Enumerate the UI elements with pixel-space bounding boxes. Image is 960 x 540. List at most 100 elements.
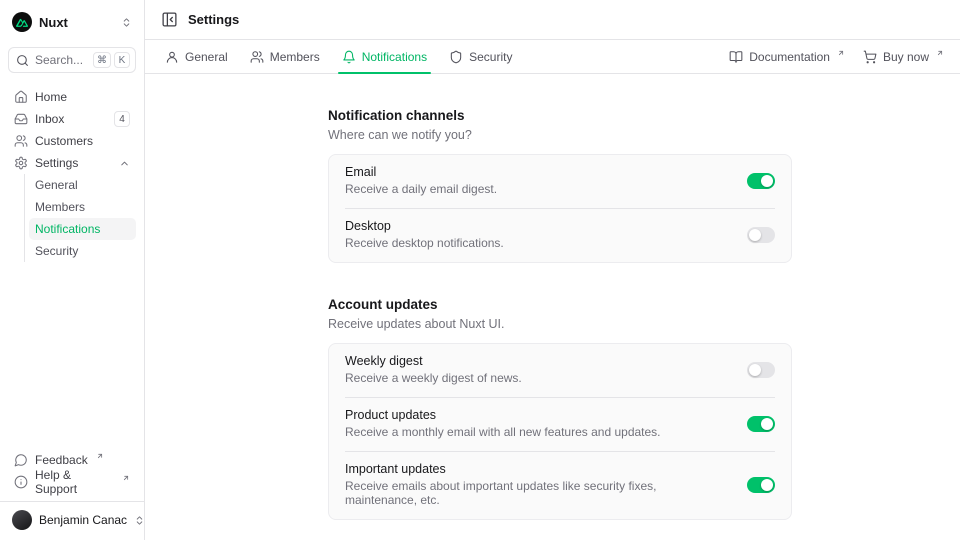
user-name: Benjamin Canac [39, 513, 127, 527]
gear-icon [14, 156, 28, 170]
help-support-link[interactable]: Help & Support [8, 471, 136, 493]
external-link-icon [837, 49, 845, 57]
search-icon [16, 54, 29, 67]
setting-description: Receive a weekly digest of news. [345, 371, 522, 385]
chevron-up-down-icon [121, 17, 132, 28]
documentation-link[interactable]: Documentation [729, 50, 845, 64]
account-updates-section: Account updates Receive updates about Nu… [328, 297, 792, 520]
workspace-name: Nuxt [39, 15, 68, 30]
section-title: Account updates [328, 297, 792, 312]
action-label: Buy now [883, 50, 929, 64]
sidebar-nav: Home Inbox 4 Customers Settings [8, 86, 136, 262]
nuxt-logo-icon [12, 12, 32, 32]
setting-row-weekly-digest: Weekly digest Receive a weekly digest of… [345, 344, 775, 397]
tab-label: Notifications [362, 50, 427, 64]
tabbar-actions: Documentation Buy now [729, 40, 944, 73]
toggle-knob [761, 175, 773, 187]
sidebar-item-customers[interactable]: Customers [8, 130, 136, 152]
inbox-count-badge: 4 [114, 111, 130, 127]
footer-item-label: Help & Support [35, 468, 114, 496]
search-input[interactable]: Search... ⌘ K [8, 47, 136, 73]
email-toggle[interactable] [747, 173, 775, 189]
message-circle-icon [14, 453, 28, 467]
setting-row-important-updates: Important updates Receive emails about i… [345, 451, 775, 519]
settings-subnav: General Members Notifications Security [24, 174, 136, 262]
sidebar-item-inbox[interactable]: Inbox 4 [8, 108, 136, 130]
chevron-up-down-icon [134, 515, 145, 526]
tab-label: General [185, 50, 228, 64]
search-shortcut: ⌘ K [93, 52, 130, 68]
sidebar-item-notifications[interactable]: Notifications [29, 218, 136, 240]
setting-row-desktop: Desktop Receive desktop notifications. [345, 208, 775, 262]
main-panel: Settings General Members Notifications [145, 0, 960, 540]
sidebar-item-label: Customers [35, 134, 93, 148]
setting-title: Weekly digest [345, 354, 522, 368]
weekly-digest-toggle[interactable] [747, 362, 775, 378]
tab-notifications[interactable]: Notifications [338, 40, 431, 73]
search-placeholder: Search... [35, 53, 83, 67]
settings-card: Email Receive a daily email digest. Desk… [328, 154, 792, 263]
external-link-icon [96, 452, 104, 460]
external-link-icon [936, 49, 944, 57]
setting-description: Receive a daily email digest. [345, 182, 497, 196]
tab-general[interactable]: General [161, 40, 232, 73]
settings-tabbar: General Members Notifications Security [145, 40, 960, 74]
user-icon [165, 50, 179, 64]
tab-members[interactable]: Members [246, 40, 324, 73]
sidebar-item-members[interactable]: Members [29, 196, 136, 218]
section-title: Notification channels [328, 108, 792, 123]
chevron-up-icon [119, 158, 130, 169]
settings-content: Notification channels Where can we notif… [145, 74, 960, 540]
user-menu[interactable]: Benjamin Canac [8, 508, 136, 532]
kbd-cmd: ⌘ [93, 52, 111, 68]
section-description: Receive updates about Nuxt UI. [328, 317, 792, 331]
action-label: Documentation [749, 50, 830, 64]
setting-description: Receive a monthly email with all new fea… [345, 425, 661, 439]
important-updates-toggle[interactable] [747, 477, 775, 493]
shield-icon [449, 50, 463, 64]
setting-title: Important updates [345, 462, 731, 476]
buy-now-button[interactable]: Buy now [863, 50, 944, 64]
page-header: Settings [145, 0, 960, 40]
settings-card: Weekly digest Receive a weekly digest of… [328, 343, 792, 520]
shopping-cart-icon [863, 50, 877, 64]
sidebar-footer: Feedback Help & Support Benjamin Canac [8, 449, 136, 532]
notification-channels-section: Notification channels Where can we notif… [328, 108, 792, 263]
tab-label: Security [469, 50, 512, 64]
sidebar-item-general[interactable]: General [29, 174, 136, 196]
app-window: Nuxt Search... ⌘ K Home [0, 0, 960, 540]
workspace-switcher[interactable]: Nuxt [8, 10, 136, 34]
setting-row-product-updates: Product updates Receive a monthly email … [345, 397, 775, 451]
toggle-knob [761, 479, 773, 491]
tab-security[interactable]: Security [445, 40, 516, 73]
section-description: Where can we notify you? [328, 128, 792, 142]
setting-description: Receive desktop notifications. [345, 236, 504, 250]
users-icon [14, 134, 28, 148]
sidebar-item-label: Inbox [35, 112, 64, 126]
info-circle-icon [14, 475, 28, 489]
book-open-icon [729, 50, 743, 64]
sidebar-item-settings[interactable]: Settings [8, 152, 136, 174]
sidebar-item-home[interactable]: Home [8, 86, 136, 108]
home-icon [14, 90, 28, 104]
sidebar-item-security[interactable]: Security [29, 240, 136, 262]
product-updates-toggle[interactable] [747, 416, 775, 432]
setting-description: Receive emails about important updates l… [345, 479, 731, 507]
tab-label: Members [270, 50, 320, 64]
sidebar: Nuxt Search... ⌘ K Home [0, 0, 145, 540]
user-avatar [12, 510, 32, 530]
sidebar-item-label: Home [35, 90, 67, 104]
toggle-knob [749, 364, 761, 376]
sidebar-divider [0, 501, 144, 502]
toggle-knob [749, 229, 761, 241]
setting-title: Email [345, 165, 497, 179]
panel-left-close-icon[interactable] [161, 11, 178, 28]
inbox-icon [14, 112, 28, 126]
bell-icon [342, 50, 356, 64]
setting-title: Product updates [345, 408, 661, 422]
kbd-k: K [114, 52, 130, 68]
setting-title: Desktop [345, 219, 504, 233]
sidebar-item-label: Settings [35, 156, 78, 170]
users-icon [250, 50, 264, 64]
desktop-toggle[interactable] [747, 227, 775, 243]
